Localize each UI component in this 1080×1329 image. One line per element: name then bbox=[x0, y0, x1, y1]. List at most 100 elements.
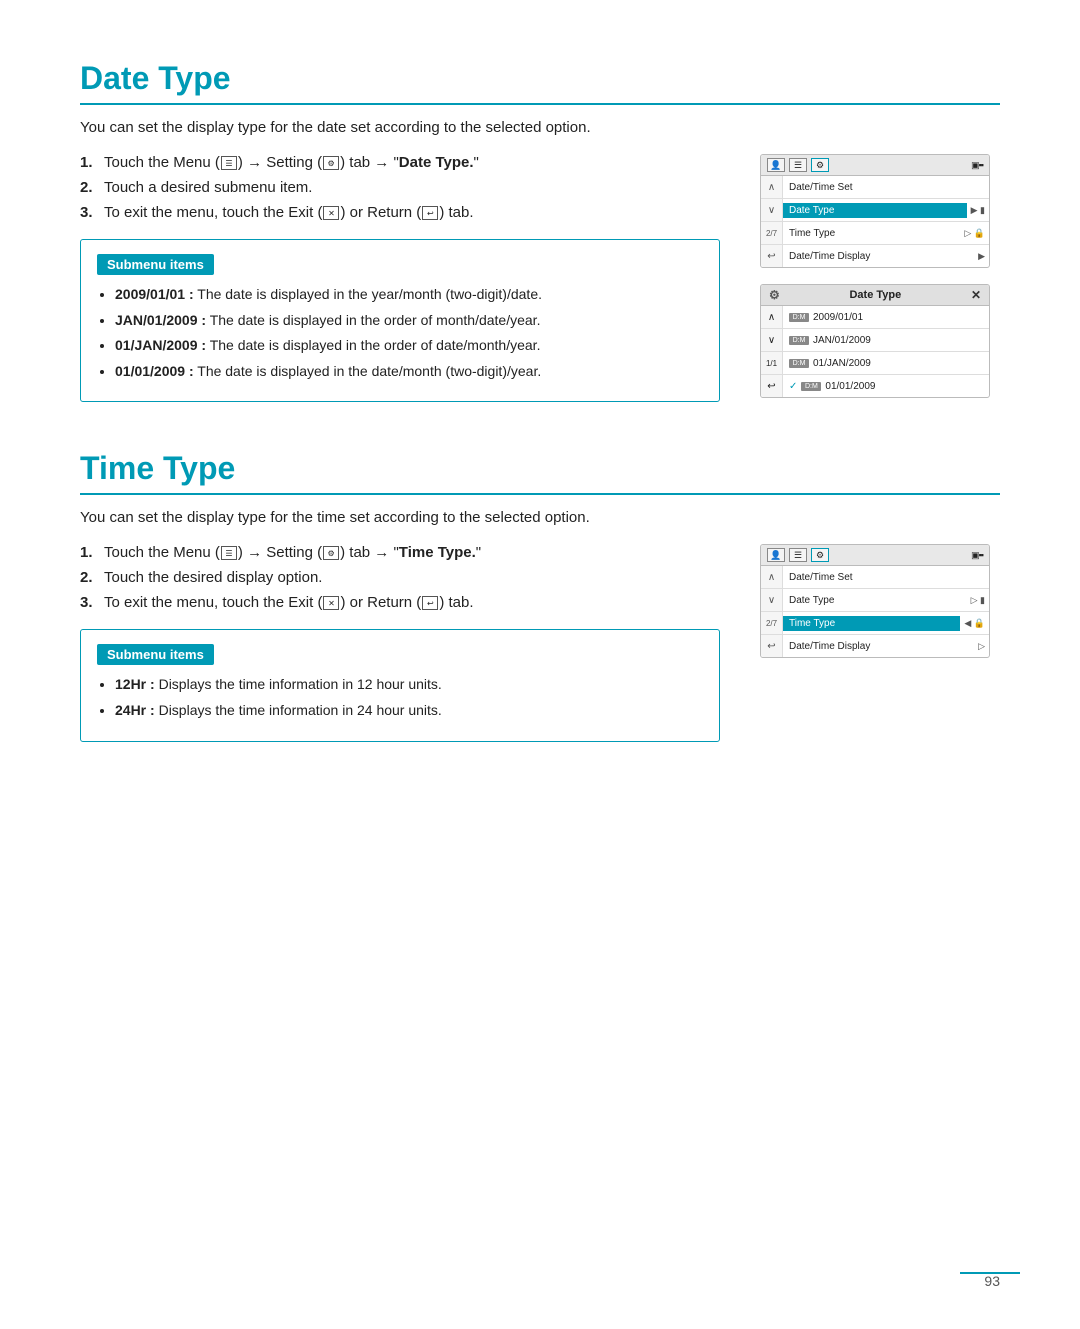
date-icon-3: D:M bbox=[789, 359, 809, 368]
step-1: 1. Touch the Menu (☰) → Setting (⚙) tab … bbox=[80, 154, 720, 171]
time-step-2-num: 2. bbox=[80, 569, 98, 586]
time-type-value: ▷ 🔒 bbox=[960, 226, 989, 241]
time-type-value-highlighted: ◀ 🔒 bbox=[960, 616, 989, 631]
time-datetime-display-value: ▷ bbox=[974, 639, 989, 654]
ui-row-datetime-display: ↩ Date/Time Display ▶ bbox=[761, 245, 989, 267]
popup-nav-down: ∨ bbox=[761, 329, 783, 351]
time-section-divider bbox=[80, 493, 1000, 495]
nav-counter: 2/7 bbox=[761, 222, 783, 244]
gear-icon: ⚙ bbox=[323, 156, 339, 170]
time-submenu-header: Submenu items bbox=[97, 644, 214, 665]
return-icon: ↩ bbox=[422, 206, 438, 220]
menu-icon-t: ☰ bbox=[221, 546, 237, 560]
date-type-steps: 1. Touch the Menu (☰) → Setting (⚙) tab … bbox=[80, 154, 720, 221]
date-type-submenu: Submenu items 2009/01/01 : The date is d… bbox=[80, 239, 720, 402]
time-datetime-set-label: Date/Time Set bbox=[783, 570, 989, 585]
date-type-section: Date Type You can set the display type f… bbox=[80, 60, 1000, 402]
time-date-type-value: ▷ ▮ bbox=[967, 593, 989, 608]
date-type-content: 1. Touch the Menu (☰) → Setting (⚙) tab … bbox=[80, 154, 1000, 402]
nav-down: ∨ bbox=[761, 199, 783, 221]
submenu-item-1: 2009/01/01 : The date is displayed in th… bbox=[115, 285, 703, 305]
popup-title: Date Type bbox=[849, 289, 901, 301]
time-step-3-text: To exit the menu, touch the Exit (✕) or … bbox=[104, 594, 474, 611]
time-type-section: Time Type You can set the display type f… bbox=[80, 450, 1000, 741]
popup-row-4: ↩ ✓ D:M 01/01/2009 bbox=[761, 375, 989, 397]
battery-icon: ▣▪▪ bbox=[971, 160, 983, 171]
time-ui-row-date-type: ∨ Date Type ▷ ▮ bbox=[761, 589, 989, 612]
popup-row-2: ∨ D:M JAN/01/2009 bbox=[761, 329, 989, 352]
popup-row-1: ∧ D:M 2009/01/01 bbox=[761, 306, 989, 329]
step-2-num: 2. bbox=[80, 179, 98, 196]
time-nav-counter: 2/7 bbox=[761, 612, 783, 634]
popup-nav-up: ∧ bbox=[761, 306, 783, 328]
date-type-submenu-list: 2009/01/01 : The date is displayed in th… bbox=[97, 285, 703, 381]
popup-gear-icon: ⚙ bbox=[769, 288, 780, 302]
header-icons: 👤 ☰ ⚙ bbox=[767, 158, 829, 172]
time-step-1: 1. Touch the Menu (☰) → Setting (⚙) tab … bbox=[80, 544, 720, 561]
date-value-2: JAN/01/2009 bbox=[813, 335, 871, 346]
time-date-type-label: Date Type bbox=[783, 593, 967, 608]
date-type-value: ▶ ▮ bbox=[967, 203, 989, 218]
step-2: 2. Touch a desired submenu item. bbox=[80, 179, 720, 196]
time-submenu-item-2: 24Hr : Displays the time information in … bbox=[115, 701, 703, 721]
time-type-steps: 1. Touch the Menu (☰) → Setting (⚙) tab … bbox=[80, 544, 720, 611]
popup-nav-return: ↩ bbox=[761, 375, 783, 397]
time-type-title: Time Type bbox=[80, 450, 1000, 487]
time-type-content: 1. Touch the Menu (☰) → Setting (⚙) tab … bbox=[80, 544, 1000, 741]
time-step-3-num: 3. bbox=[80, 594, 98, 611]
popup-content-1: D:M 2009/01/01 bbox=[783, 310, 989, 325]
time-step-1-num: 1. bbox=[80, 544, 98, 561]
ui-row-datetime-set: ∧ Date/Time Set bbox=[761, 176, 989, 199]
date-type-popup-screen: ⚙ Date Type ✕ ∧ D:M 2009/01/01 ∨ D:M JAN… bbox=[760, 284, 990, 398]
submenu-header: Submenu items bbox=[97, 254, 214, 275]
time-step-2: 2. Touch the desired display option. bbox=[80, 569, 720, 586]
menu-icon-header: ☰ bbox=[789, 158, 807, 172]
time-type-main-screen: 👤 ☰ ⚙ ▣▪▪ ∧ Date/Time Set ∨ Date Type ▷ … bbox=[760, 544, 990, 658]
date-type-title: Date Type bbox=[80, 60, 1000, 97]
date-value-4: 01/01/2009 bbox=[825, 381, 875, 392]
time-type-label-highlighted: Time Type bbox=[783, 616, 960, 631]
nav-up: ∧ bbox=[761, 176, 783, 198]
time-header-icons: 👤 ☰ ⚙ bbox=[767, 548, 829, 562]
time-menu-icon-header: ☰ bbox=[789, 548, 807, 562]
date-value-3: 01/JAN/2009 bbox=[813, 358, 871, 369]
gear-icon-t: ⚙ bbox=[323, 546, 339, 560]
x-icon-t: ✕ bbox=[323, 596, 339, 610]
time-step-2-text: Touch the desired display option. bbox=[104, 569, 322, 586]
x-icon: ✕ bbox=[323, 206, 339, 220]
time-nav-up: ∧ bbox=[761, 566, 783, 588]
submenu-item-3: 01/JAN/2009 : The date is displayed in t… bbox=[115, 336, 703, 356]
datetime-display-value: ▶ bbox=[974, 249, 989, 264]
time-step-1-text: Touch the Menu (☰) → Setting (⚙) tab → "… bbox=[104, 544, 481, 561]
popup-nav-counter: 1/1 bbox=[761, 352, 783, 374]
date-type-label-highlighted: Date Type bbox=[783, 203, 967, 218]
time-type-steps-submenu: 1. Touch the Menu (☰) → Setting (⚙) tab … bbox=[80, 544, 720, 741]
date-icon-2: D:M bbox=[789, 336, 809, 345]
time-step-3: 3. To exit the menu, touch the Exit (✕) … bbox=[80, 594, 720, 611]
date-type-steps-submenu: 1. Touch the Menu (☰) → Setting (⚙) tab … bbox=[80, 154, 720, 402]
gear-icon-header: ⚙ bbox=[811, 158, 829, 172]
time-person-icon: 👤 bbox=[767, 548, 785, 562]
time-nav-down: ∨ bbox=[761, 589, 783, 611]
popup-content-4: ✓ D:M 01/01/2009 bbox=[783, 379, 989, 394]
popup-row-3: 1/1 D:M 01/JAN/2009 bbox=[761, 352, 989, 375]
page-number: 93 bbox=[984, 1273, 1000, 1289]
time-nav-return: ↩ bbox=[761, 635, 783, 657]
step-3-text: To exit the menu, touch the Exit (✕) or … bbox=[104, 204, 474, 221]
time-battery-icon: ▣▪▪ bbox=[971, 550, 983, 561]
submenu-item-4: 01/01/2009 : The date is displayed in th… bbox=[115, 362, 703, 382]
person-icon: 👤 bbox=[767, 158, 785, 172]
step-2-text: Touch a desired submenu item. bbox=[104, 179, 312, 196]
submenu-item-2: JAN/01/2009 : The date is displayed in t… bbox=[115, 311, 703, 331]
screen-header: 👤 ☰ ⚙ ▣▪▪ bbox=[761, 155, 989, 176]
popup-content-3: D:M 01/JAN/2009 bbox=[783, 356, 989, 371]
menu-icon: ☰ bbox=[221, 156, 237, 170]
datetime-set-label: Date/Time Set bbox=[783, 180, 989, 195]
time-type-description: You can set the display type for the tim… bbox=[80, 509, 1000, 526]
time-type-submenu: Submenu items 12Hr : Displays the time i… bbox=[80, 629, 720, 741]
ui-row-date-type: ∨ Date Type ▶ ▮ bbox=[761, 199, 989, 222]
nav-return: ↩ bbox=[761, 245, 783, 267]
time-datetime-display-label: Date/Time Display bbox=[783, 639, 974, 654]
popup-close-icon: ✕ bbox=[971, 288, 981, 302]
section-divider bbox=[80, 103, 1000, 105]
